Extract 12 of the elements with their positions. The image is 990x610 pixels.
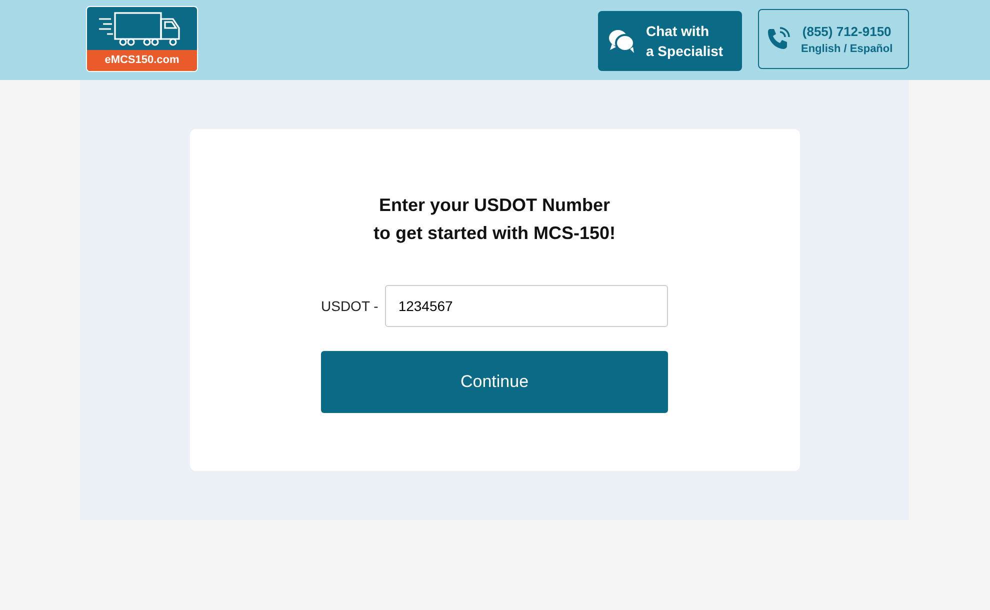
usdot-input-field[interactable]: 1234567 bbox=[385, 285, 668, 327]
phone-number: (855) 712-9150 bbox=[802, 24, 892, 38]
language-label: English / Español bbox=[801, 42, 893, 54]
chat-button[interactable]: Chat with a Specialist bbox=[598, 11, 742, 71]
continue-button[interactable]: Continue bbox=[321, 351, 668, 413]
logo-text: eMCS150.com bbox=[87, 50, 197, 71]
form-heading: Enter your USDOT Number to get started with MCS-150! bbox=[373, 194, 616, 245]
phone-icon bbox=[765, 26, 791, 52]
chat-bubbles-icon bbox=[608, 28, 636, 54]
logo[interactable]: eMCS150.com bbox=[86, 6, 198, 72]
field-label: USDOT - bbox=[321, 298, 378, 314]
phone-box[interactable]: (855) 712-9150 English / Español bbox=[758, 9, 909, 69]
